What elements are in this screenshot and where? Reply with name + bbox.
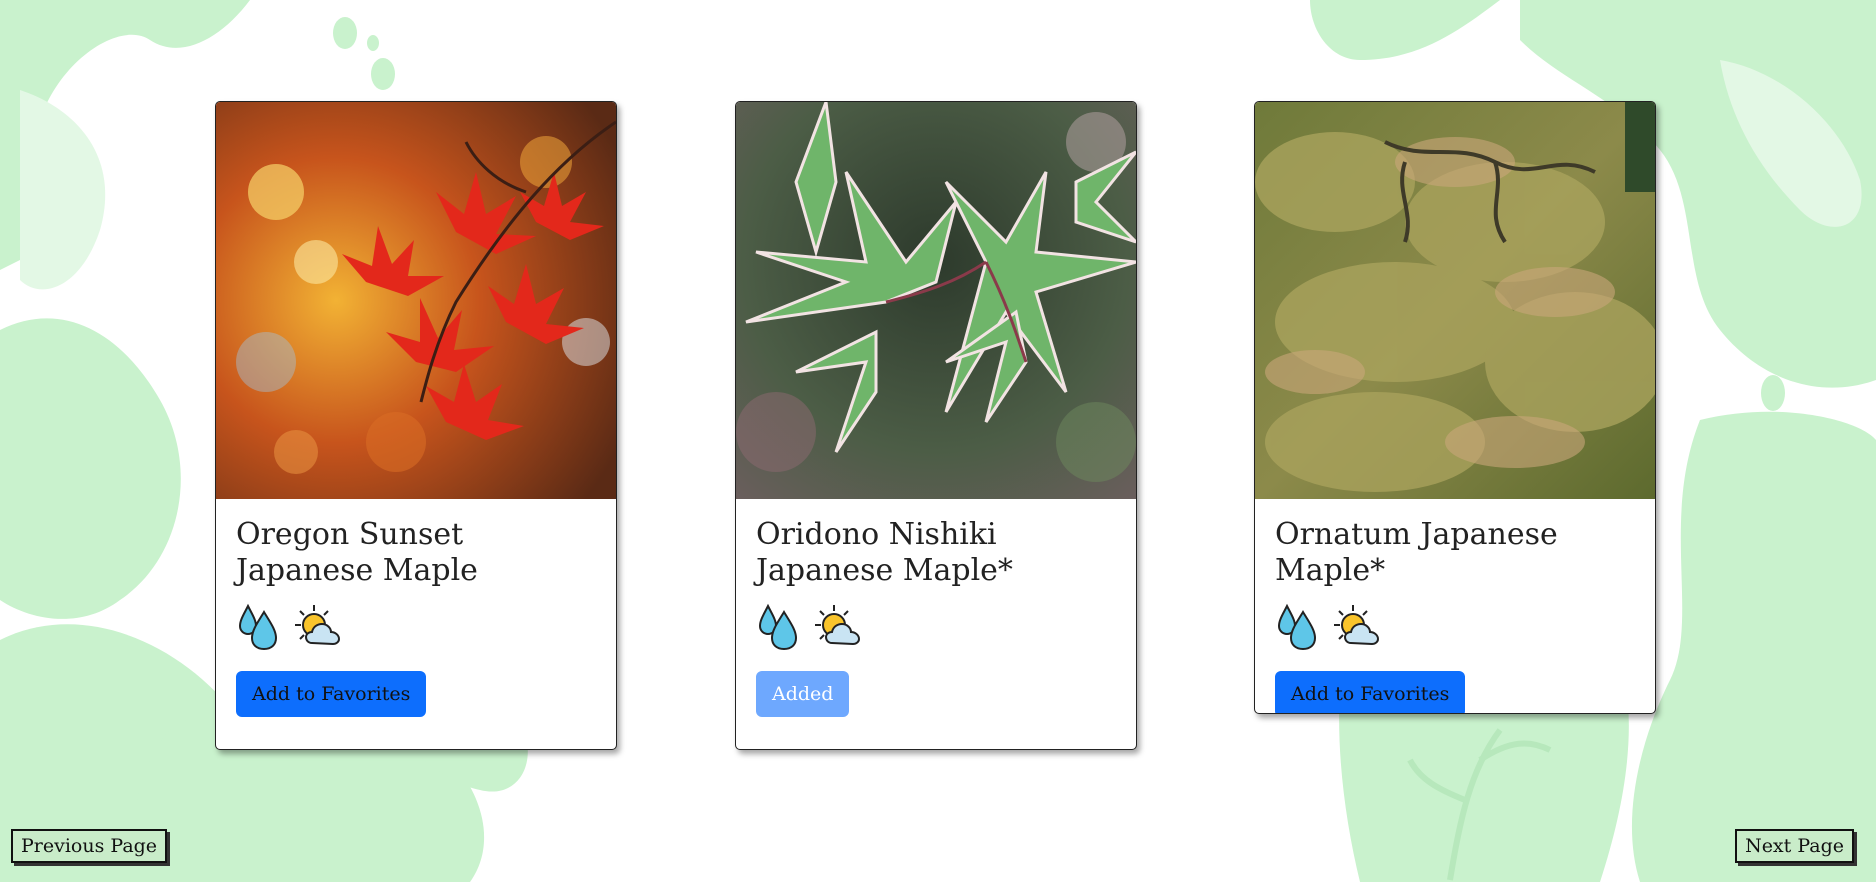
plant-card: Oregon Sunset Japanese Maple Add to Favo…	[215, 101, 617, 750]
plant-title: Oridono Nishiki Japanese Maple*	[756, 517, 1013, 588]
water-drops-icon	[756, 602, 800, 656]
add-to-favorites-button[interactable]: Add to Favorites	[236, 671, 427, 717]
partly-sunny-icon	[1333, 603, 1383, 655]
partly-sunny-icon	[294, 603, 344, 655]
plant-photo	[216, 102, 616, 499]
water-drops-icon	[1275, 602, 1319, 656]
previous-page-button[interactable]: Previous Page	[11, 829, 168, 863]
plant-photo	[736, 102, 1136, 499]
partly-sunny-icon	[814, 603, 864, 655]
add-to-favorites-button[interactable]: Add to Favorites	[1275, 671, 1466, 713]
plant-title: Oregon Sunset Japanese Maple	[236, 517, 478, 588]
next-page-button[interactable]: Next Page	[1735, 829, 1854, 863]
plant-card: Ornatum Japanese Maple* Add to Favorites	[1254, 101, 1656, 714]
plant-card: Oridono Nishiki Japanese Maple* Added	[735, 101, 1137, 750]
plant-title: Ornatum Japanese Maple*	[1275, 517, 1558, 588]
added-button[interactable]: Added	[756, 671, 850, 717]
plant-photo	[1255, 102, 1655, 499]
water-drops-icon	[236, 602, 280, 656]
